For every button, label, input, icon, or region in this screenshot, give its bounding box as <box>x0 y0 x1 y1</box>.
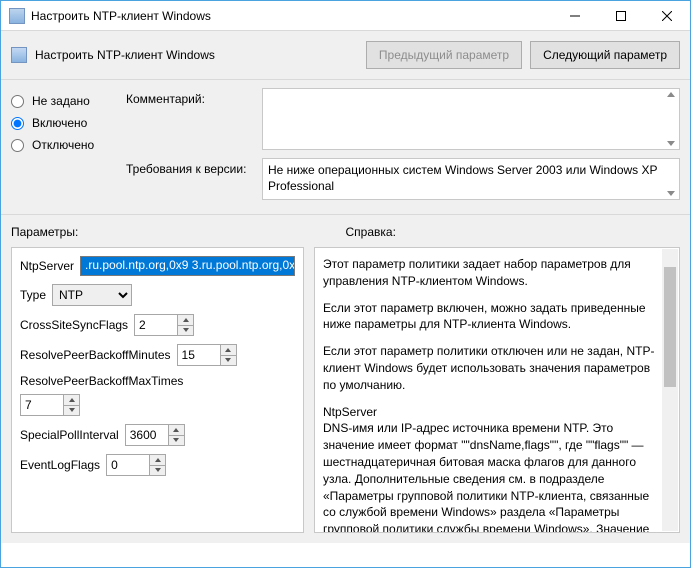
maximize-icon <box>616 11 626 21</box>
param-rpbm: ResolvePeerBackoffMinutes <box>20 344 295 366</box>
requirements-label: Требования к версии: <box>126 158 256 176</box>
scroll-down-icon[interactable] <box>667 191 675 196</box>
close-button[interactable] <box>644 1 690 31</box>
param-rpbmt <box>20 394 295 416</box>
comment-label: Комментарий: <box>126 88 256 106</box>
param-elf: EventLogFlags <box>20 454 295 476</box>
radio-enabled-input[interactable] <box>11 117 24 130</box>
radio-enabled-label: Включено <box>32 116 87 130</box>
comment-textarea[interactable] <box>262 88 680 150</box>
param-csf: CrossSiteSyncFlags <box>20 314 295 336</box>
rpbm-spinner[interactable] <box>177 344 237 366</box>
spinner-up[interactable] <box>150 455 165 465</box>
minimize-button[interactable] <box>552 1 598 31</box>
spinner-down[interactable] <box>150 465 165 476</box>
ntpserver-input[interactable]: .ru.pool.ntp.org,0x9 3.ru.pool.ntp.org,0… <box>80 256 295 276</box>
spinner-down[interactable] <box>64 405 79 416</box>
window-title: Настроить NTP-клиент Windows <box>31 9 211 23</box>
requirements-text: Не ниже операционных систем Windows Serv… <box>268 163 657 193</box>
type-select[interactable]: NTP <box>52 284 132 306</box>
lower-split: NtpServer .ru.pool.ntp.org,0x9 3.ru.pool… <box>1 247 690 543</box>
help-p4-heading: NtpServer <box>323 404 659 421</box>
elf-label: EventLogFlags <box>20 458 100 472</box>
help-section-label: Справка: <box>346 225 681 239</box>
help-p1: Этот параметр политики задает набор пара… <box>323 256 659 290</box>
help-p4: DNS-имя или IP-адрес источника времени N… <box>323 420 659 533</box>
spinner-up[interactable] <box>221 345 236 355</box>
section-labels: Параметры: Справка: <box>1 215 690 247</box>
type-label: Type <box>20 288 46 302</box>
spi-label: SpecialPollInterval <box>20 428 119 442</box>
rpbm-input[interactable] <box>178 345 220 365</box>
radio-enabled[interactable]: Включено <box>11 116 126 130</box>
radio-not-set-input[interactable] <box>11 95 24 108</box>
close-icon <box>662 11 672 21</box>
param-type: Type NTP <box>20 284 295 306</box>
next-setting-button[interactable]: Следующий параметр <box>530 41 680 69</box>
requirements-box: Не ниже операционных систем Windows Serv… <box>262 158 680 200</box>
radio-not-set-label: Не задано <box>32 94 90 108</box>
radio-disabled-input[interactable] <box>11 139 24 152</box>
titlebar: Настроить NTP-клиент Windows <box>1 1 690 31</box>
help-scrollbar[interactable] <box>662 249 678 531</box>
radio-disabled[interactable]: Отключено <box>11 138 126 152</box>
maximize-button[interactable] <box>598 1 644 31</box>
spi-input[interactable] <box>126 425 168 445</box>
state-radio-group: Не задано Включено Отключено <box>11 88 126 200</box>
minimize-icon <box>570 11 580 21</box>
ntpserver-label: NtpServer <box>20 259 74 273</box>
rpbm-label: ResolvePeerBackoffMinutes <box>20 348 171 362</box>
scroll-up-icon[interactable] <box>667 92 675 97</box>
help-p2: Если этот параметр включен, можно задать… <box>323 300 659 334</box>
elf-spinner[interactable] <box>106 454 166 476</box>
elf-input[interactable] <box>107 455 149 475</box>
spinner-up[interactable] <box>178 315 193 325</box>
help-p3: Если этот параметр политики отключен или… <box>323 343 659 393</box>
radio-disabled-label: Отключено <box>32 138 94 152</box>
spinner-down[interactable] <box>221 355 236 366</box>
rpbmt-spinner[interactable] <box>20 394 80 416</box>
rpbmt-label: ResolvePeerBackoffMaxTimes <box>20 374 295 388</box>
upper-form: Не задано Включено Отключено Комментарий… <box>1 80 690 215</box>
help-panel: Этот параметр политики задает набор пара… <box>314 247 680 533</box>
params-panel: NtpServer .ru.pool.ntp.org,0x9 3.ru.pool… <box>11 247 304 533</box>
csf-label: CrossSiteSyncFlags <box>20 318 128 332</box>
scroll-down-icon[interactable] <box>667 141 675 146</box>
rpbmt-input[interactable] <box>21 395 63 415</box>
spinner-down[interactable] <box>178 325 193 336</box>
header-strip: Настроить NTP-клиент Windows Предыдущий … <box>1 31 690 80</box>
prev-setting-button[interactable]: Предыдущий параметр <box>366 41 522 69</box>
radio-not-set[interactable]: Не задано <box>11 94 126 108</box>
csf-spinner[interactable] <box>134 314 194 336</box>
app-icon <box>9 8 25 24</box>
spi-spinner[interactable] <box>125 424 185 446</box>
param-spi: SpecialPollInterval <box>20 424 295 446</box>
spinner-down[interactable] <box>169 435 184 446</box>
header-subtitle: Настроить NTP-клиент Windows <box>35 48 215 62</box>
spinner-up[interactable] <box>64 395 79 405</box>
param-ntpserver: NtpServer .ru.pool.ntp.org,0x9 3.ru.pool… <box>20 256 295 276</box>
header-icon <box>11 47 27 63</box>
csf-input[interactable] <box>135 315 177 335</box>
spinner-up[interactable] <box>169 425 184 435</box>
params-section-label: Параметры: <box>11 225 346 239</box>
